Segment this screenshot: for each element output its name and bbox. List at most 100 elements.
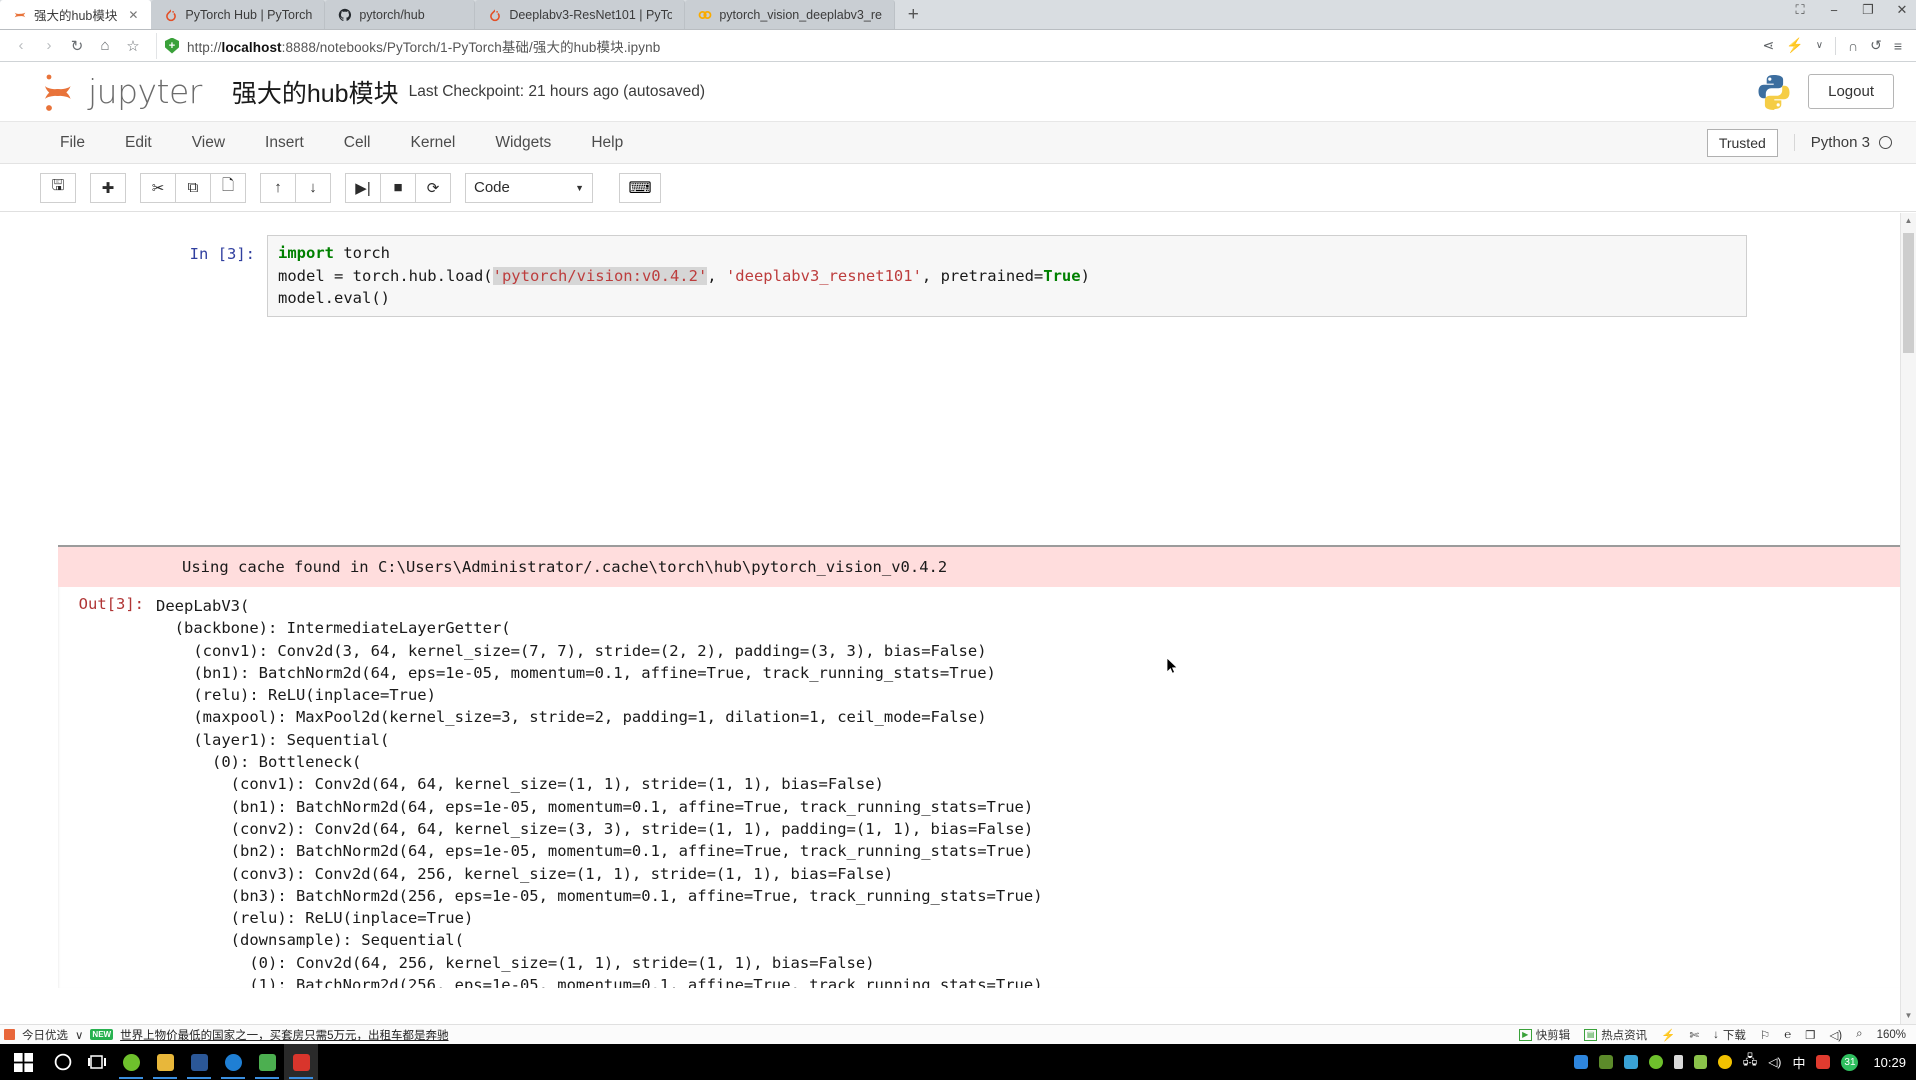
close-icon[interactable]: ✕ <box>124 8 138 22</box>
window-skin-icon[interactable]: ⛶ <box>1792 2 1808 18</box>
menu-kernel[interactable]: Kernel <box>391 128 476 158</box>
home-icon[interactable]: ⌂ <box>92 33 118 59</box>
clock[interactable]: 10:29 <box>1869 1055 1906 1070</box>
bolt-icon[interactable]: ⚡ <box>1786 37 1803 54</box>
menu-icon[interactable]: ≡ <box>1894 38 1902 54</box>
page-scrollbar[interactable]: ▲ ▼ <box>1900 213 1916 1024</box>
volume-icon[interactable]: ◁) <box>1829 1028 1842 1042</box>
taskbar-app-360[interactable] <box>114 1044 148 1080</box>
ad-block-icon[interactable]: ✄ <box>1690 1028 1700 1042</box>
browser-tab-2[interactable]: pytorch/hub <box>325 0 476 29</box>
kernel-indicator[interactable]: Python 3 <box>1793 134 1892 151</box>
reload-icon[interactable]: ↻ <box>64 33 90 59</box>
maximize-icon[interactable]: ❐ <box>1860 2 1876 18</box>
menu-cell[interactable]: Cell <box>324 128 391 158</box>
scroll-down-icon[interactable]: ▼ <box>1901 1008 1916 1024</box>
menu-insert[interactable]: Insert <box>245 128 324 158</box>
trusted-badge[interactable]: Trusted <box>1706 128 1778 157</box>
tray-network-icon[interactable]: 🖧 <box>1743 1051 1758 1073</box>
today-deals-label[interactable]: 今日优选 <box>22 1027 68 1043</box>
app-icon <box>224 1053 242 1071</box>
new-tab-button[interactable]: + <box>895 0 931 29</box>
tray-badge-icon[interactable]: 31 <box>1841 1053 1859 1071</box>
command-palette-button[interactable]: ⌨ <box>619 172 661 203</box>
taskbar-app-word[interactable] <box>182 1044 216 1080</box>
tray-ime-icon[interactable]: 中 <box>1792 1053 1805 1072</box>
tray-shield-icon[interactable] <box>1693 1055 1707 1069</box>
logout-button[interactable]: Logout <box>1808 74 1894 109</box>
browser-status-bar: 今日优选 ∨ NEW 世界上物价最低的国家之一，买套房只需5万元，出租车都是奔驰… <box>0 1024 1916 1044</box>
jupyter-logo[interactable]: jupyter <box>40 71 202 113</box>
tray-360-icon[interactable] <box>1648 1055 1663 1069</box>
tray-sogou-icon[interactable] <box>1816 1055 1831 1069</box>
restart-kernel-button[interactable]: ⟳ <box>415 172 451 203</box>
notebook-scroll-area[interactable]: In [3]: import torch model = torch.hub.l… <box>0 213 1916 1024</box>
browser-mode-icon[interactable]: ℮ <box>1784 1029 1791 1041</box>
insert-cell-button[interactable]: ✚ <box>90 172 126 203</box>
minimize-icon[interactable]: − <box>1826 3 1842 18</box>
cortana-button[interactable] <box>46 1044 80 1080</box>
back-icon[interactable]: ‹ <box>8 33 34 59</box>
task-view-button[interactable] <box>80 1044 114 1080</box>
history-icon[interactable]: ↺ <box>1870 37 1882 54</box>
tray-plus-icon[interactable] <box>1717 1055 1732 1069</box>
scroll-up-icon[interactable]: ▲ <box>1901 213 1916 229</box>
flag-icon[interactable]: ⚐ <box>1760 1028 1770 1042</box>
address-bar[interactable]: http://localhost:8888/notebooks/PyTorch/… <box>156 32 1761 59</box>
tray-network-tool-icon[interactable] <box>1623 1055 1638 1069</box>
move-cell-down-button[interactable]: ↓ <box>295 172 331 203</box>
tray-nvidia-icon[interactable] <box>1598 1055 1613 1069</box>
move-cell-up-button[interactable]: ↑ <box>260 172 296 203</box>
menu-widgets[interactable]: Widgets <box>475 128 571 158</box>
notebook-cell[interactable]: In [3]: import torch model = torch.hub.l… <box>169 235 1747 317</box>
news-headline-link[interactable]: 世界上物价最低的国家之一，买套房只需5万元，出租车都是奔驰 <box>120 1027 448 1043</box>
headphones-icon[interactable]: ∩ <box>1848 38 1858 54</box>
taskbar-app-wechat[interactable] <box>250 1044 284 1080</box>
menubar-right: Trusted Python 3 <box>1706 128 1916 157</box>
code-editor[interactable]: import torch model = torch.hub.load('pyt… <box>267 235 1747 317</box>
save-button[interactable]: 🖫 <box>40 172 76 203</box>
taskbar-app-explorer[interactable] <box>148 1044 182 1080</box>
chevron-down-icon[interactable]: ∨ <box>1816 40 1823 51</box>
close-window-icon[interactable]: ✕ <box>1894 2 1910 18</box>
paste-cell-button[interactable]: 🗋 <box>210 172 246 203</box>
menu-view[interactable]: View <box>172 128 245 158</box>
copy-cell-button[interactable]: ⧉ <box>175 172 211 203</box>
taskbar-app-edge[interactable] <box>216 1044 250 1080</box>
notebook-name[interactable]: 强大的hub模块 <box>232 74 399 110</box>
forward-icon[interactable]: › <box>36 33 62 59</box>
url-path: :8888/notebooks/PyTorch/1-PyTorch基础/强大的h… <box>281 39 661 55</box>
cut-cell-button[interactable]: ✂ <box>140 172 176 203</box>
interrupt-kernel-button[interactable]: ■ <box>380 172 416 203</box>
browser-tab-4[interactable]: pytorch_vision_deeplabv3_res <box>685 0 896 29</box>
hot-news-button[interactable]: ▤ 热点资讯 <box>1584 1027 1647 1043</box>
tray-usb-icon[interactable] <box>1673 1055 1683 1069</box>
quick-clip-button[interactable]: ▶ 快剪辑 <box>1518 1027 1570 1043</box>
download-icon: ↓ <box>1713 1028 1719 1041</box>
zoom-level-label[interactable]: 160% <box>1877 1029 1906 1041</box>
window-split-icon[interactable]: ❐ <box>1805 1028 1815 1042</box>
menu-help[interactable]: Help <box>571 128 643 158</box>
app-icon <box>292 1053 310 1071</box>
zoom-search-icon[interactable]: ⌕ <box>1856 1028 1862 1041</box>
start-button[interactable] <box>0 1044 46 1080</box>
chevron-down-icon[interactable]: ∨ <box>75 1028 83 1042</box>
browser-tab-0[interactable]: 强大的hub模块 ✕ <box>0 0 152 29</box>
browser-tab-3[interactable]: Deeplabv3-ResNet101 | PyTo <box>475 0 686 29</box>
cell-type-select[interactable]: Code ▼ <box>465 172 593 203</box>
cell-output-scrolled-area[interactable]: Using cache found in C:\Users\Administra… <box>58 545 1916 988</box>
page-scrollbar-thumb[interactable] <box>1903 233 1914 353</box>
menu-edit[interactable]: Edit <box>105 128 172 158</box>
tray-security-icon[interactable] <box>1573 1055 1588 1069</box>
tray-volume-icon[interactable]: ◁) <box>1768 1055 1781 1069</box>
share-icon[interactable]: ⋖ <box>1763 37 1775 54</box>
menu-bar: File Edit View Insert Cell Kernel Widget… <box>0 122 1916 164</box>
speed-icon[interactable]: ⚡ <box>1661 1028 1675 1042</box>
bookmark-icon[interactable]: ☆ <box>120 33 146 59</box>
run-cell-button[interactable]: ▶| <box>345 172 381 203</box>
hot-news-label: 热点资讯 <box>1601 1029 1648 1042</box>
browser-tab-1[interactable]: PyTorch Hub | PyTorch <box>151 0 326 29</box>
taskbar-app-cmd[interactable] <box>284 1044 318 1080</box>
downloads-button[interactable]: ↓ 下载 <box>1713 1027 1746 1043</box>
menu-file[interactable]: File <box>40 128 105 158</box>
